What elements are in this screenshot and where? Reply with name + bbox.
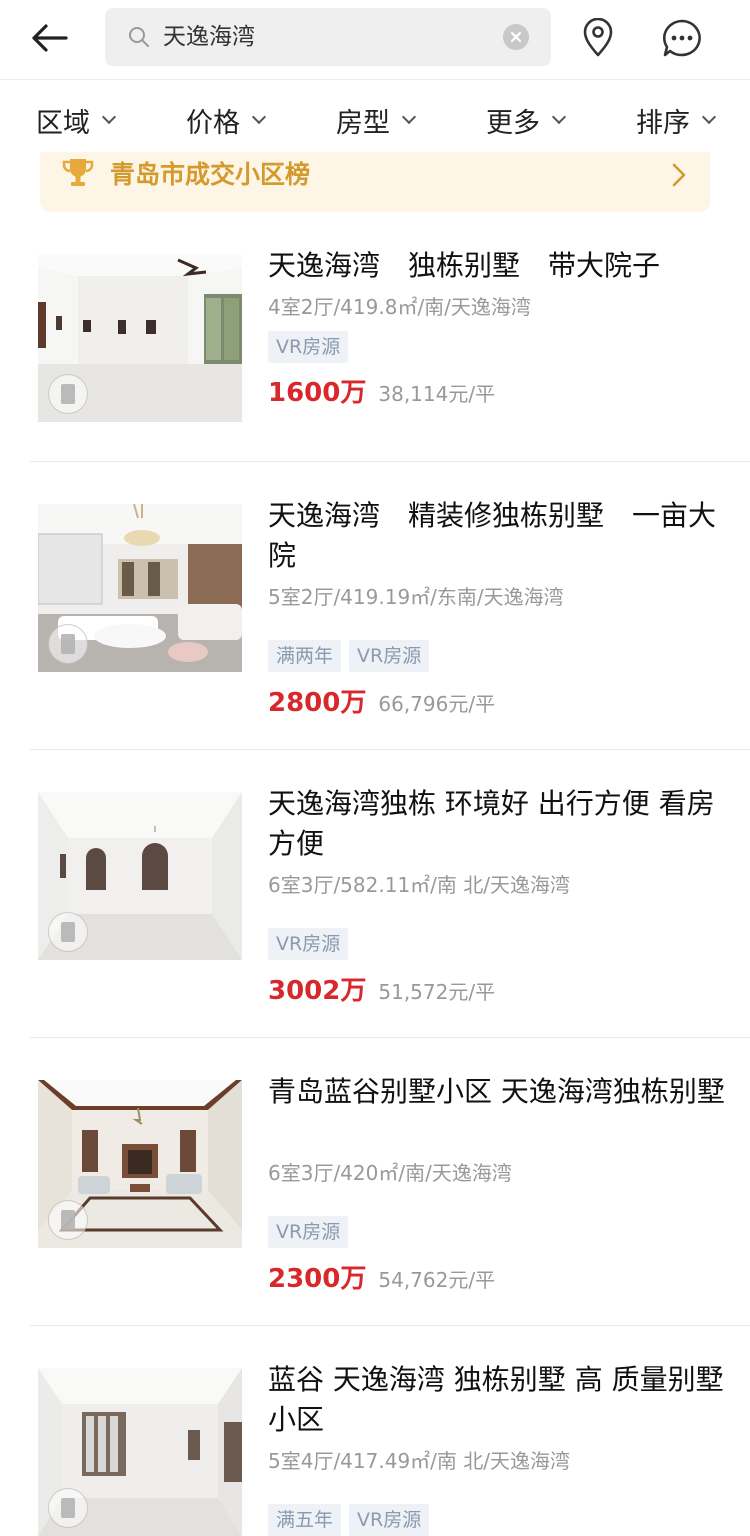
- unit-price: 51,572元/平: [378, 980, 496, 1004]
- listing-meta: 5室4厅/417.49㎡/南 北/天逸海湾: [268, 1449, 571, 1473]
- chevron-right-icon: [672, 163, 686, 187]
- vr-icon: [48, 374, 88, 414]
- chat-bubble-icon: [662, 19, 701, 57]
- listing-meta: 4室2厅/419.8㎡/南/天逸海湾: [268, 295, 531, 319]
- trophy-icon: [62, 159, 94, 186]
- vr-icon: [48, 624, 88, 664]
- tag-badge: 满五年: [268, 1504, 342, 1536]
- listing-tags: VR房源: [268, 331, 349, 363]
- back-arrow-icon: [32, 24, 68, 52]
- map-pin-icon: [583, 18, 613, 57]
- filter-label: 排序: [636, 107, 690, 139]
- divider: [30, 1325, 750, 1326]
- vr-icon: [48, 912, 88, 952]
- back-button[interactable]: [22, 12, 74, 64]
- messages-button[interactable]: [656, 12, 708, 64]
- filter-sort[interactable]: 排序: [600, 80, 750, 160]
- price-row: 2800万 66,796元/平: [268, 682, 495, 719]
- unit-price: 38,114元/平: [378, 382, 496, 406]
- divider: [30, 461, 750, 462]
- price-row: 2300万 54,762元/平: [268, 1258, 495, 1295]
- search-icon: [129, 27, 149, 47]
- filter-label: 价格: [186, 107, 240, 139]
- unit-price: 66,796元/平: [378, 692, 496, 716]
- chevron-down-icon: [701, 109, 717, 125]
- price-row: 3002万 51,572元/平: [268, 970, 495, 1007]
- tag-badge: VR房源: [268, 1216, 349, 1248]
- listing-photo[interactable]: [38, 254, 242, 422]
- listing-meta: 5室2厅/419.19㎡/东南/天逸海湾: [268, 585, 564, 609]
- tag-badge: VR房源: [349, 1504, 430, 1536]
- filter-label: 区域: [36, 107, 90, 139]
- chevron-down-icon: [251, 109, 267, 125]
- filter-label: 房型: [336, 107, 390, 139]
- listing-photo[interactable]: [38, 1080, 242, 1248]
- total-price: 1600万: [268, 378, 367, 408]
- ranking-banner-label: 青岛市成交小区榜: [110, 160, 311, 189]
- chevron-down-icon: [551, 109, 567, 125]
- listing-tags: 满两年 VR房源: [268, 640, 430, 672]
- filter-price[interactable]: 价格: [150, 80, 300, 160]
- unit-price: 54,762元/平: [378, 1268, 496, 1292]
- listing-meta: 6室3厅/582.11㎡/南 北/天逸海湾: [268, 873, 571, 897]
- listing-title[interactable]: 天逸海湾 独栋别墅 带大院子: [268, 246, 728, 286]
- top-bar: 天逸海湾: [0, 0, 750, 80]
- total-price: 3002万: [268, 976, 367, 1006]
- chevron-down-icon: [401, 109, 417, 125]
- listing-meta: 6室3厅/420㎡/南/天逸海湾: [268, 1161, 512, 1185]
- listing-photo[interactable]: [38, 504, 242, 672]
- listing-tags: VR房源: [268, 928, 349, 960]
- listing-title[interactable]: 天逸海湾独栋 环境好 出行方便 看房方便: [268, 784, 728, 864]
- listing-title[interactable]: 天逸海湾 精装修独栋别墅 一亩大院: [268, 496, 728, 576]
- tag-badge: 满两年: [268, 640, 342, 672]
- listing-tags: VR房源: [268, 1216, 349, 1248]
- divider: [30, 749, 750, 750]
- listing-title[interactable]: 蓝谷 天逸海湾 独栋别墅 高 质量别墅小区: [268, 1360, 728, 1440]
- search-input[interactable]: 天逸海湾: [105, 8, 551, 66]
- price-row: 1600万 38,114元/平: [268, 372, 495, 409]
- tag-badge: VR房源: [349, 640, 430, 672]
- tag-badge: VR房源: [268, 928, 349, 960]
- vr-icon: [48, 1488, 88, 1528]
- listing-photo[interactable]: [38, 792, 242, 960]
- listing-tags: 满五年 VR房源: [268, 1504, 430, 1536]
- listing-photo[interactable]: [38, 1368, 242, 1536]
- filter-label: 更多: [486, 107, 540, 139]
- clear-search-icon[interactable]: [503, 24, 529, 50]
- ranking-banner[interactable]: 青岛市成交小区榜: [40, 152, 710, 212]
- listing-title[interactable]: 青岛蓝谷别墅小区 天逸海湾独栋别墅: [268, 1072, 728, 1112]
- divider: [30, 1037, 750, 1038]
- location-button[interactable]: [572, 12, 624, 64]
- search-query: 天逸海湾: [163, 24, 255, 50]
- total-price: 2300万: [268, 1264, 367, 1294]
- filter-more[interactable]: 更多: [450, 80, 600, 160]
- chevron-down-icon: [101, 109, 117, 125]
- vr-icon: [48, 1200, 88, 1240]
- tag-badge: VR房源: [268, 331, 349, 363]
- filter-bar: 区域 价格 房型 更多 排序: [0, 80, 750, 160]
- filter-area[interactable]: 区域: [0, 80, 150, 160]
- filter-layout[interactable]: 房型: [300, 80, 450, 160]
- total-price: 2800万: [268, 688, 367, 718]
